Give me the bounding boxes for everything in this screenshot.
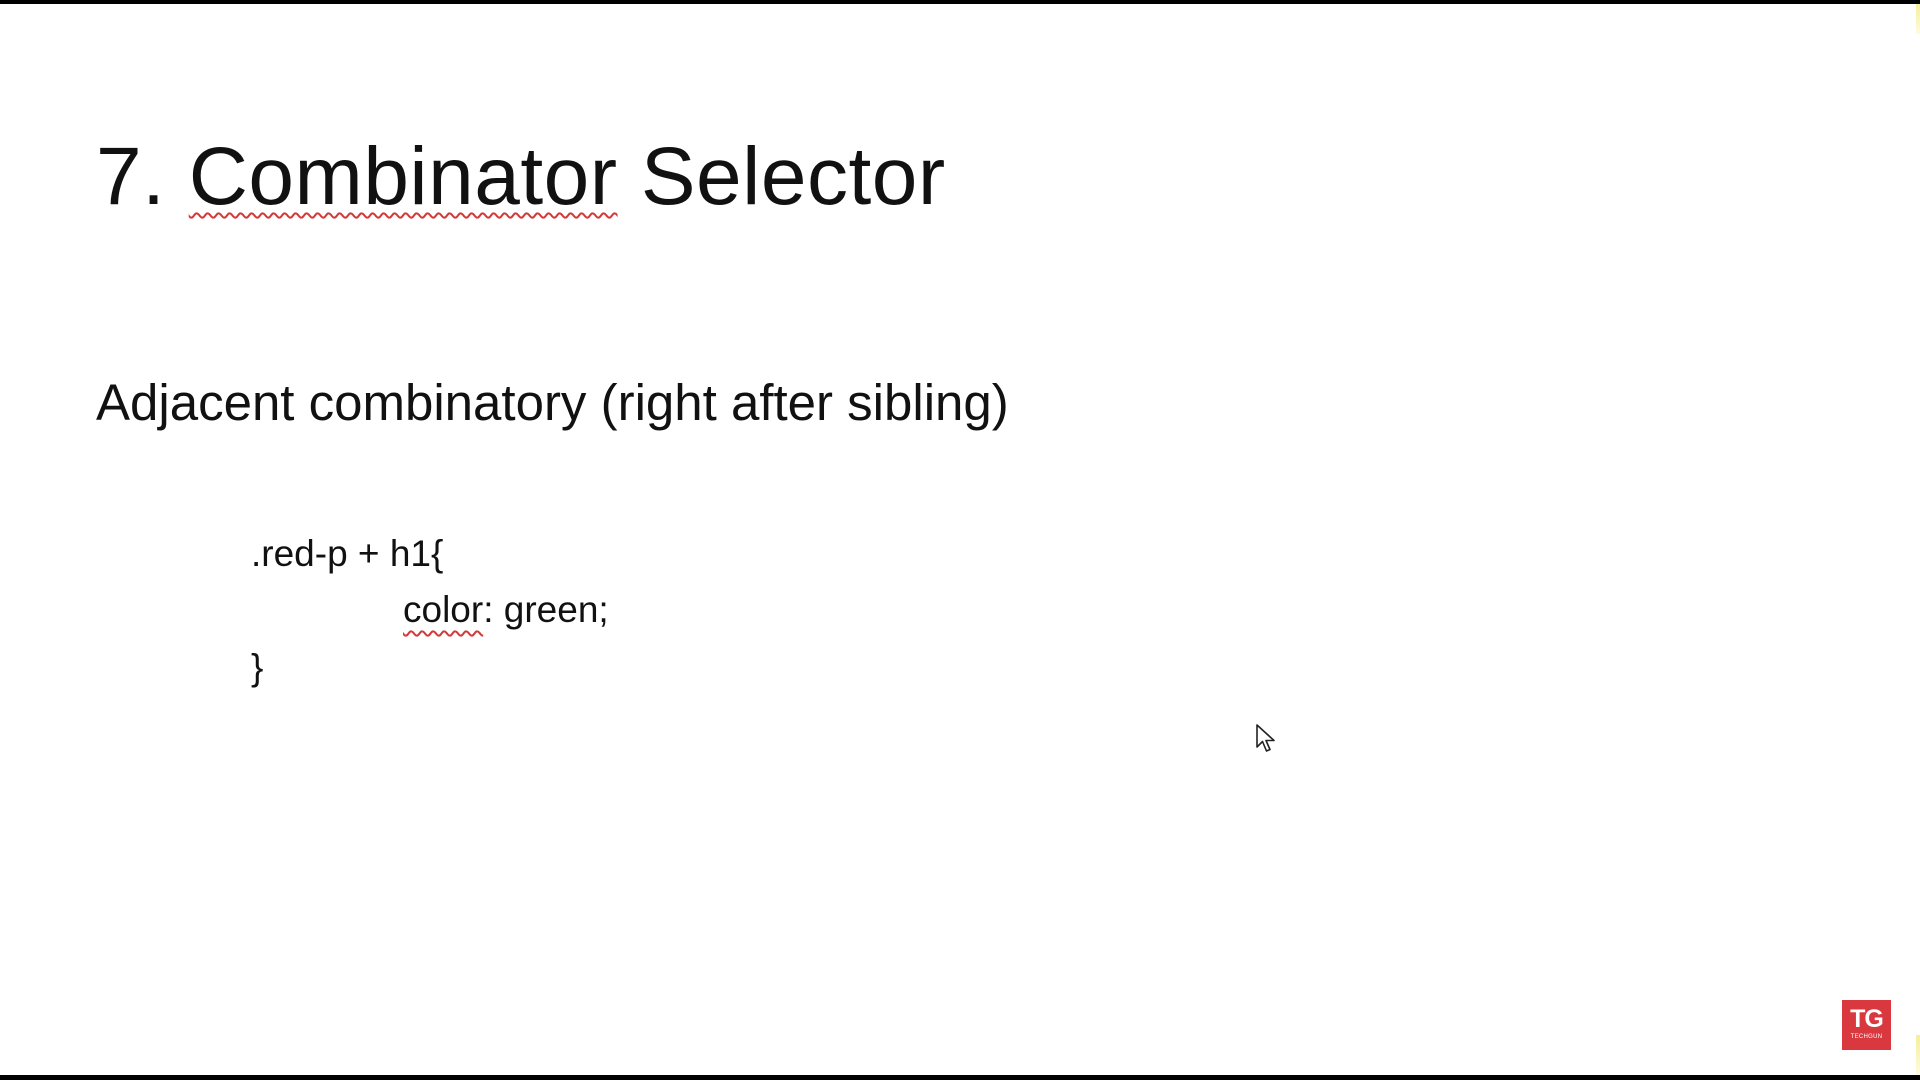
title-flagged-word: Combinator [188, 131, 618, 222]
code-line-closing-brace: } [251, 647, 264, 688]
logo-text: TECHGUN [1850, 1034, 1883, 1040]
code-line-selector: .red-p + h1{ [251, 533, 444, 574]
code-property-value: : green; [483, 589, 609, 630]
edge-glow-bottom [1916, 1035, 1920, 1075]
logo-mark: TG [1850, 1005, 1884, 1033]
techgun-logo: TG TECHGUN [1842, 1000, 1891, 1050]
presentation-slide: 7. Combinator Selector Adjacent combinat… [0, 4, 1920, 1075]
slide-title: 7. Combinator Selector [96, 131, 946, 222]
slide-subtitle: Adjacent combinatory (right after siblin… [96, 374, 1009, 431]
edge-glow-top [1916, 4, 1920, 34]
code-line-declaration: color: green; [403, 588, 609, 632]
title-suffix: Selector [640, 131, 946, 222]
title-prefix: 7. [96, 131, 166, 222]
code-property-flagged: color [403, 589, 484, 630]
mouse-pointer-icon [1256, 724, 1275, 752]
